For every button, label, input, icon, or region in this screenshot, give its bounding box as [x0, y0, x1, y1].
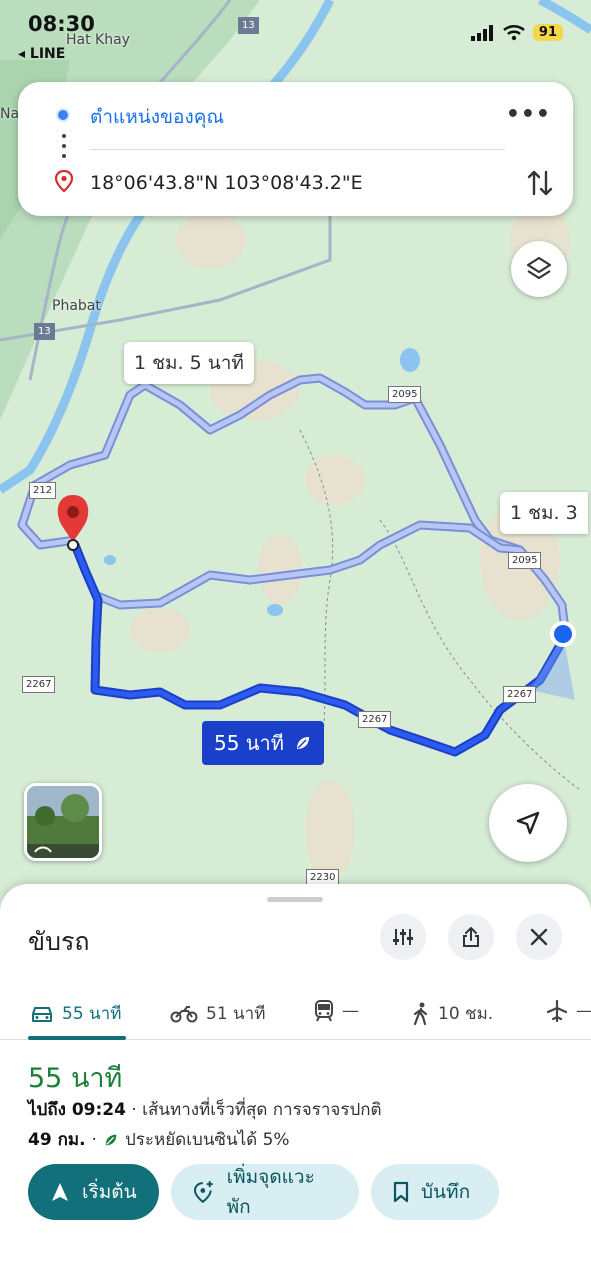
route-callout-main-label: 55 นาที: [214, 731, 284, 755]
tab-walk[interactable]: 10 ชม.: [412, 1000, 493, 1027]
walking-icon: [413, 1002, 428, 1025]
close-icon: [530, 928, 548, 946]
tab-flight[interactable]: —: [546, 1000, 591, 1022]
road-shield: 2267: [358, 711, 392, 728]
tune-icon: [393, 929, 413, 945]
route-options-button[interactable]: [380, 914, 426, 960]
street-view-thumbnail[interactable]: [24, 783, 102, 861]
eco-leaf-icon: [296, 737, 309, 749]
current-location-icon: [550, 621, 576, 647]
eco-leaf-icon: [105, 1134, 117, 1145]
motorcycle-icon: [170, 1005, 198, 1022]
tab-transit[interactable]: —: [314, 1000, 359, 1022]
directions-card: ตำแหน่งของคุณ 18°06'43.8"N 103°08'43.2"E…: [18, 82, 573, 216]
travel-mode-tabs: 55 นาที 51 นาที — 10 ชม. —: [0, 990, 591, 1040]
origin-field[interactable]: ตำแหน่งของคุณ: [90, 102, 224, 132]
add-stop-button-label: เพิ่มจุดแวะพัก: [226, 1166, 315, 1218]
transit-icon: [315, 1000, 333, 1022]
street-view-image: [27, 786, 99, 858]
save-button[interactable]: บันทึก: [371, 1164, 499, 1220]
sheet-drag-handle[interactable]: [267, 897, 323, 902]
road-shield: 2267: [22, 676, 56, 693]
origin-dot-icon: [56, 108, 70, 122]
dot-separator: ·: [91, 1129, 97, 1150]
battery-indicator: 91: [532, 24, 563, 41]
field-divider: [90, 149, 505, 150]
road-shield: 2095: [388, 386, 422, 403]
save-button-label: บันทึก: [421, 1181, 471, 1203]
navigation-arrow-icon: [516, 811, 540, 835]
directions-sheet: ขับรถ 55 นาที 51 นาที — 10 ชม. — 55 นา: [0, 884, 591, 1280]
sheet-title: ขับรถ: [28, 927, 90, 956]
place-label: Phabat: [52, 298, 101, 314]
fuel-savings: ประหยัดเบนซินได้ 5%: [124, 1130, 290, 1150]
route-callout-alt1[interactable]: 1 ชม. 5 นาที: [124, 342, 254, 384]
layers-icon: [526, 256, 552, 280]
tab-transit-label: —: [342, 1001, 359, 1021]
tab-walk-label: 10 ชม.: [438, 1004, 494, 1024]
status-bar: 08:30 ◂ LINE 91: [0, 0, 591, 70]
destination-marker-icon: [54, 170, 74, 192]
more-options-icon[interactable]: •••: [506, 102, 551, 127]
connector-dots-icon: [62, 134, 66, 158]
road-shield: 2095: [508, 552, 542, 569]
active-tab-indicator: [28, 1036, 126, 1040]
road-shield: 2267: [503, 686, 537, 703]
tab-car-label: 55 นาที: [62, 1004, 122, 1024]
route-distance: 49 กม.: [28, 1130, 86, 1150]
recenter-button[interactable]: [489, 784, 567, 862]
status-time: 08:30: [28, 12, 95, 36]
start-button-label: เริ่มต้น: [82, 1181, 137, 1203]
add-stop-button[interactable]: เพิ่มจุดแวะพัก: [171, 1164, 359, 1220]
route-description: · เส้นทางที่เร็วที่สุด การจราจรปกติ: [125, 1100, 382, 1120]
tab-motorcycle-label: 51 นาที: [206, 1004, 266, 1024]
route-eta: 55 นาที: [28, 1063, 123, 1094]
tab-flight-label: —: [576, 1001, 591, 1021]
place-label: Na: [0, 106, 20, 122]
road-shield: 212: [29, 482, 57, 499]
tab-car[interactable]: 55 นาที: [30, 1000, 121, 1027]
close-button[interactable]: [516, 914, 562, 960]
route-callout-main[interactable]: 55 นาที: [202, 721, 324, 765]
share-button[interactable]: [448, 914, 494, 960]
bookmark-icon: [393, 1181, 409, 1203]
wifi-icon: [503, 24, 525, 40]
share-icon: [463, 927, 479, 947]
add-location-icon: [193, 1181, 213, 1204]
distance-info: 49 กม. · ประหยัดเบนซินได้ 5%: [28, 1126, 290, 1153]
back-to-line-link[interactable]: ◂ LINE: [18, 46, 65, 62]
signal-icon: [470, 24, 493, 41]
destination-field[interactable]: 18°06'43.8"N 103°08'43.2"E: [90, 172, 363, 194]
start-button[interactable]: เริ่มต้น: [28, 1164, 159, 1220]
road-shield: 13: [34, 323, 55, 340]
layers-button[interactable]: [511, 241, 567, 297]
car-icon: [32, 1006, 52, 1022]
navigation-icon: [52, 1183, 68, 1201]
arrival-time: ไปถึง 09:24: [28, 1100, 126, 1120]
arrival-info: ไปถึง 09:24 · เส้นทางที่เร็วที่สุด การจร…: [28, 1096, 382, 1123]
tab-motorcycle[interactable]: 51 นาที: [170, 1000, 265, 1027]
airplane-icon: [546, 1000, 568, 1022]
route-callout-alt2[interactable]: 1 ชม. 3: [500, 492, 588, 534]
swap-icon[interactable]: [527, 168, 553, 198]
